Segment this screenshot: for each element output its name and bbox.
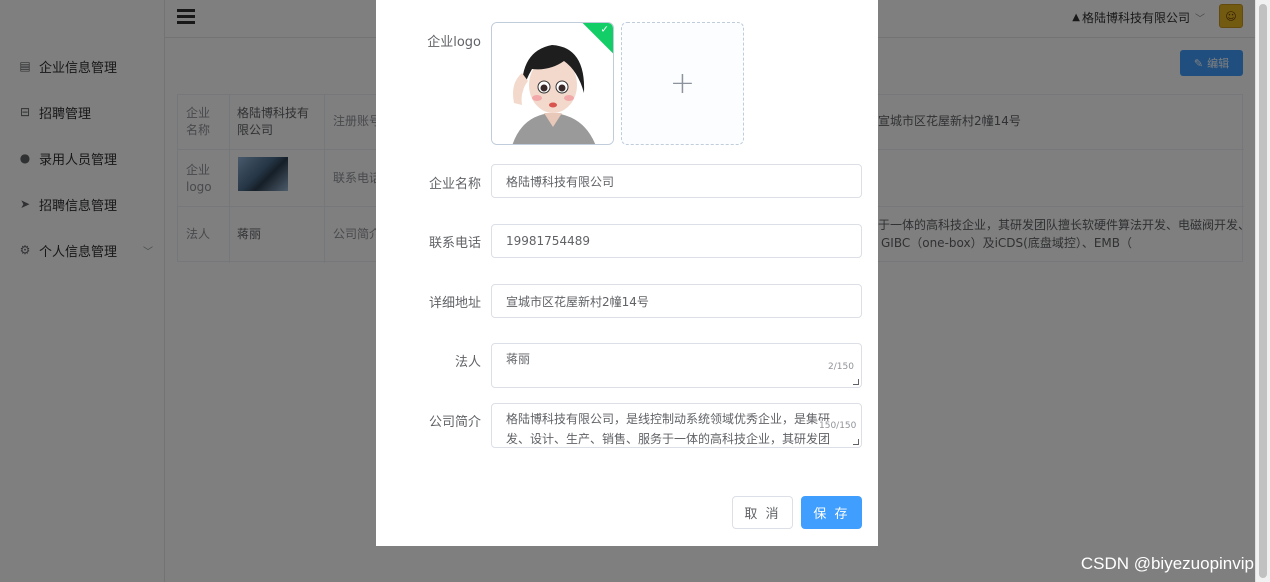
legal-label: 法人 <box>454 355 481 370</box>
intro-char-counter: 150/150 <box>818 421 858 431</box>
resize-handle-icon[interactable] <box>853 439 859 445</box>
upload-add-button[interactable]: + <box>621 22 744 145</box>
legal-person-value: 蒋丽 <box>506 352 531 366</box>
scrollbar-thumb[interactable] <box>1259 4 1267 578</box>
name-label: 企业名称 <box>428 177 481 192</box>
intro-label: 公司简介 <box>428 415 481 430</box>
phone-label: 联系电话 <box>428 236 481 251</box>
plus-icon: + <box>669 66 696 101</box>
company-intro-textarea[interactable]: 格陆博科技有限公司，是线控制动系统领域优秀企业，是集研发、设计、生产、销售、服务… <box>491 403 862 448</box>
address-label: 详细地址 <box>428 296 481 311</box>
save-button[interactable]: 保 存 <box>801 496 862 529</box>
legal-person-textarea[interactable]: 蒋丽 <box>491 343 862 388</box>
edit-company-dialog: 企业logo ✓ + 企业名称 格陆博科技有限公司 联系电话 199817544… <box>376 0 878 546</box>
address-input[interactable]: 宣城市区花屋新村2幢14号 <box>491 284 862 318</box>
logo-label: 企业logo <box>427 35 481 50</box>
legal-char-counter: 2/150 <box>828 362 854 372</box>
avatar-illustration <box>492 23 613 144</box>
check-icon: ✓ <box>600 24 609 36</box>
resize-handle-icon[interactable] <box>853 379 859 385</box>
company-intro-value: 格陆博科技有限公司，是线控制动系统领域优秀企业，是集研发、设计、生产、销售、服务… <box>506 412 831 446</box>
uploaded-logo[interactable]: ✓ <box>491 22 614 145</box>
page-scrollbar[interactable] <box>1255 0 1270 582</box>
cancel-button[interactable]: 取 消 <box>732 496 793 529</box>
company-name-input[interactable]: 格陆博科技有限公司 <box>491 164 862 198</box>
watermark: CSDN @biyezuopinvip <box>1080 554 1254 573</box>
phone-input[interactable]: 19981754489 <box>491 224 862 258</box>
